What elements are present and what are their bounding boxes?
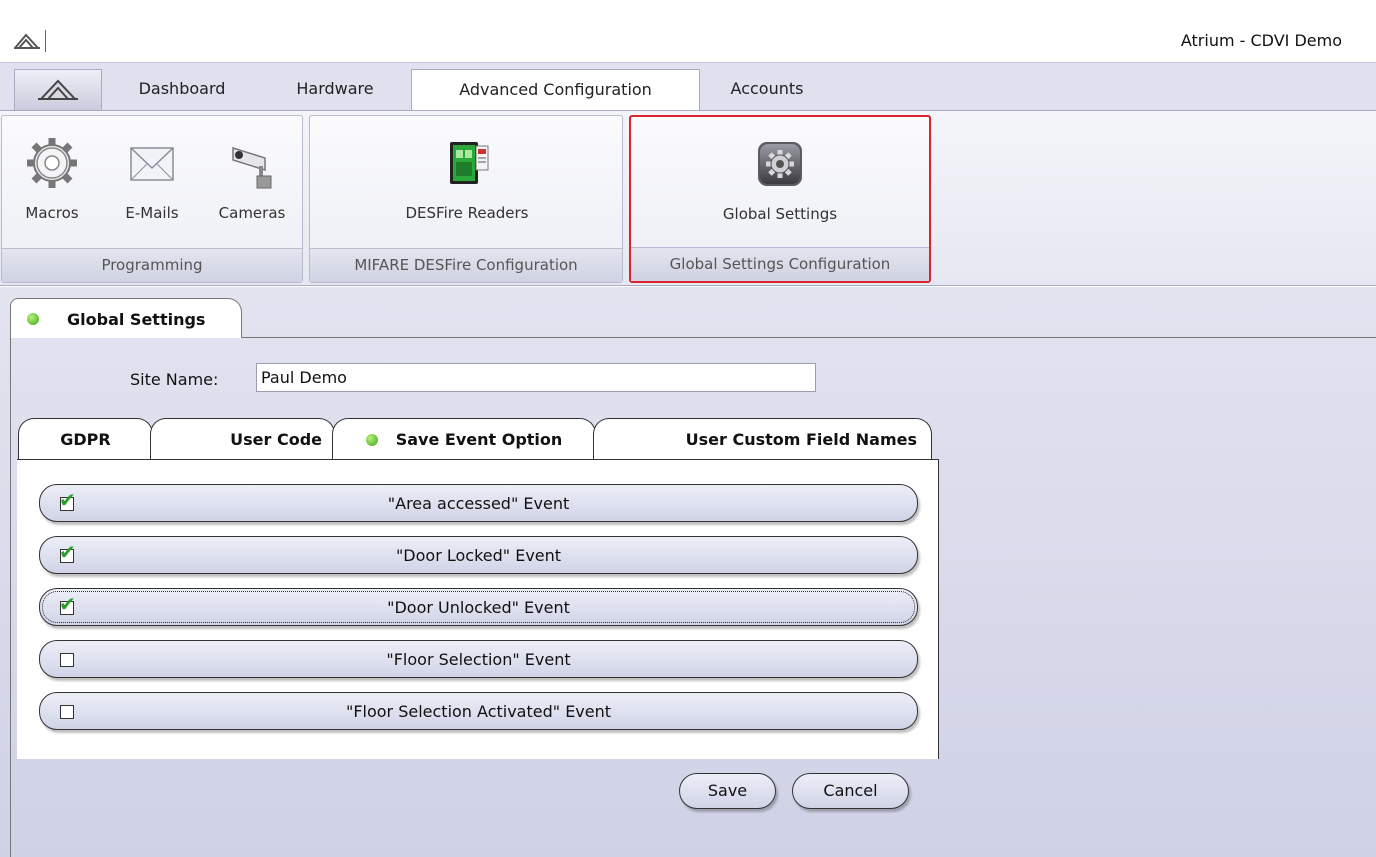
window-title: Atrium - CDVI Demo [1180,31,1342,50]
site-name-label: Site Name: [130,370,219,389]
group-label-global-settings: Global Settings Configuration [631,247,929,281]
event-toggle-door-locked[interactable]: ✔ "Door Locked" Event [39,536,918,574]
macros-label: Macros [25,204,79,222]
event-label: "Area accessed" Event [387,494,570,513]
gear-icon [27,138,77,188]
macros-button[interactable]: Macros [2,136,102,222]
tab-user-custom-field-names[interactable]: User Custom Field Names [593,418,932,460]
tab-gdpr[interactable]: GDPR [18,418,153,460]
document-tab-divider [241,337,1376,338]
event-toggle-area-accessed[interactable]: ✔ "Area accessed" Event [39,484,918,522]
site-name-input[interactable] [256,363,816,392]
cameras-label: Cameras [218,204,286,222]
event-toggle-floor-selection-activated[interactable]: "Floor Selection Activated" Event [39,692,918,730]
title-separator [45,30,46,52]
desfire-readers-button[interactable]: DESFire Readers [370,136,564,222]
ribbon-tab-bar: Dashboard Hardware Advanced Configuratio… [0,62,1376,112]
settings-gear-icon [758,142,802,186]
status-indicator-icon [27,313,39,325]
group-label-mifare-desfire: MIFARE DESFire Configuration [310,248,622,282]
tab-accounts[interactable]: Accounts [700,69,834,111]
tab-advanced-configuration[interactable]: Advanced Configuration [411,69,700,112]
emails-label: E-Mails [125,204,179,222]
ribbon: Macros E-Mails Cameras Programming DESFi… [0,110,1376,286]
status-indicator-icon [365,434,378,446]
save-button[interactable]: Save [679,773,776,809]
event-label: "Door Unlocked" Event [387,598,570,617]
tab-dashboard[interactable]: Dashboard [104,69,260,111]
document-area: Global Settings Site Name: GDPR User Cod… [0,287,1376,857]
application-menu-button[interactable] [14,69,102,111]
security-camera-icon [232,146,272,189]
event-toggle-door-unlocked[interactable]: ✔ "Door Unlocked" Event [39,588,918,626]
tab-hardware[interactable]: Hardware [260,69,410,111]
ribbon-group-mifare-desfire: DESFire Readers MIFARE DESFire Configura… [309,115,623,283]
tab-user-code[interactable]: User Code [150,418,335,460]
event-label: "Floor Selection Activated" Event [345,702,612,721]
envelope-icon [130,147,174,181]
save-event-option-panel: ✔ "Area accessed" Event ✔ "Door Locked" … [17,459,939,759]
global-settings-button[interactable]: Global Settings [681,137,879,223]
cancel-button[interactable]: Cancel [792,773,909,809]
atrium-logo-icon [38,79,78,100]
document-tab-label: Global Settings [67,310,206,329]
card-reader-icon [450,142,489,184]
title-bar: Atrium - CDVI Demo [0,0,1376,62]
event-label: "Floor Selection" Event [386,650,571,669]
document-tab-global-settings[interactable]: Global Settings [10,298,242,338]
global-settings-label: Global Settings [722,205,838,223]
atrium-logo-icon[interactable] [14,32,40,50]
emails-button[interactable]: E-Mails [102,136,202,222]
document-left-border [10,337,11,857]
ribbon-group-global-settings: Global Settings Global Settings Configur… [629,115,931,283]
ribbon-group-programming: Macros E-Mails Cameras Programming [1,115,303,283]
group-label-programming: Programming [2,248,302,282]
desfire-readers-label: DESFire Readers [405,204,529,222]
tab-save-event-option[interactable]: Save Event Option [332,418,596,460]
cameras-button[interactable]: Cameras [202,136,302,222]
tab-save-event-option-label: Save Event Option [395,430,563,449]
event-label: "Door Locked" Event [395,546,562,565]
event-toggle-floor-selection[interactable]: "Floor Selection" Event [39,640,918,678]
